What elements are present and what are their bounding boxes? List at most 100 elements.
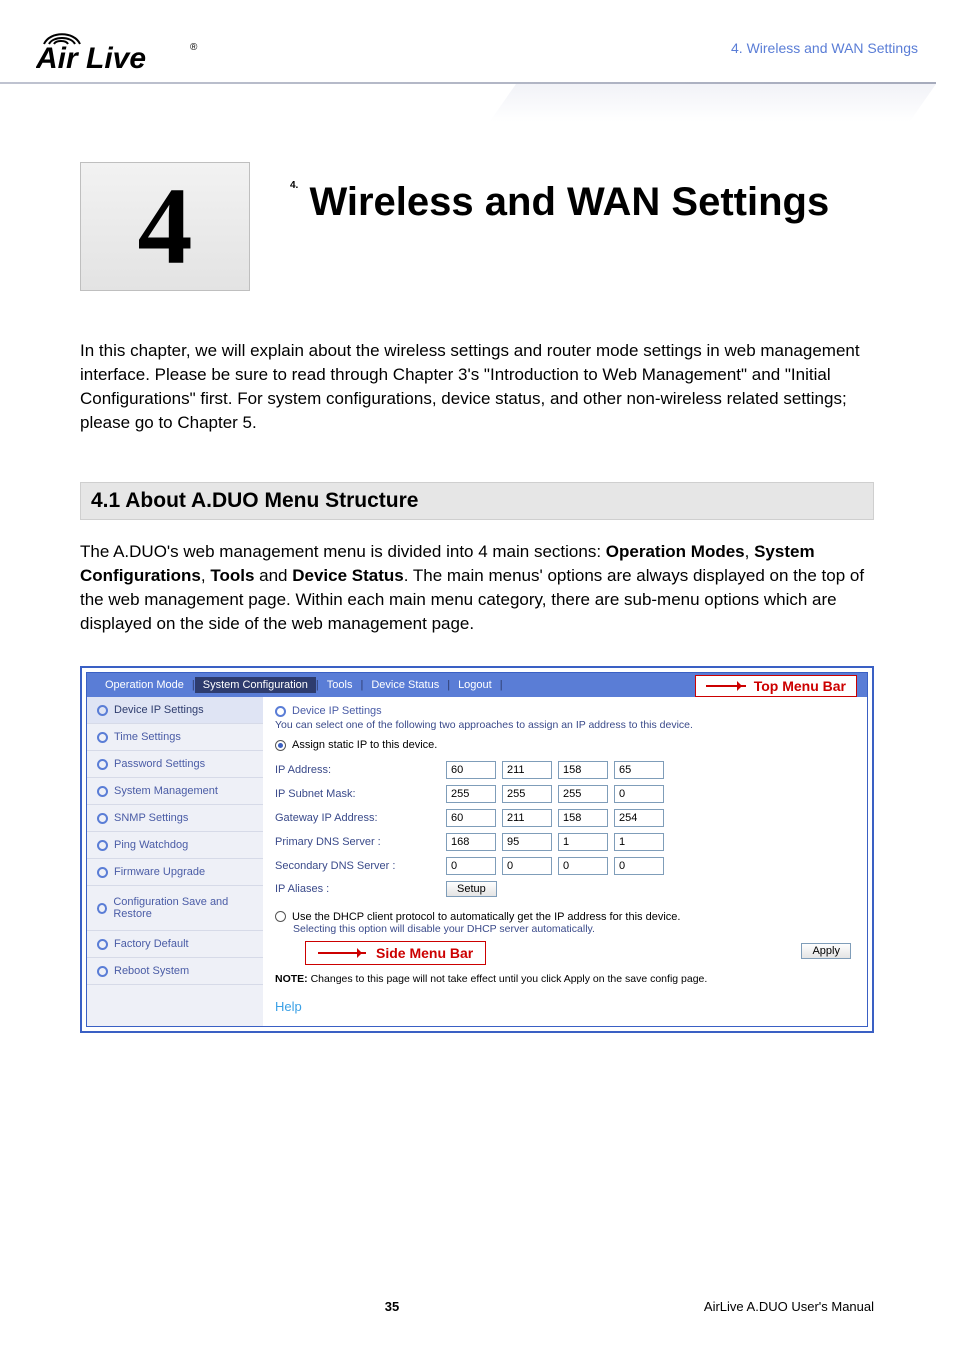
header-separator: [0, 82, 954, 122]
radio-icon[interactable]: [275, 911, 286, 922]
top-menu-bar: Operation Mode| System Configuration| To…: [87, 673, 867, 697]
ip-address-oct4[interactable]: [614, 761, 664, 779]
sidebar-item-label: Configuration Save and Restore: [113, 896, 255, 920]
sidebar-item-password-settings[interactable]: Password Settings: [87, 751, 263, 778]
ip-address-oct3[interactable]: [558, 761, 608, 779]
bullet-icon: [97, 903, 107, 914]
gateway-oct4[interactable]: [614, 809, 664, 827]
sidebar-item-ping-watchdog[interactable]: Ping Watchdog: [87, 832, 263, 859]
section-text-3: ,: [201, 566, 210, 585]
bullet-icon: [97, 759, 108, 770]
page-number: 35: [385, 1299, 399, 1314]
arrow-icon: [706, 685, 746, 687]
dns1-oct2[interactable]: [502, 833, 552, 851]
dns1-oct1[interactable]: [446, 833, 496, 851]
sidebar-item-snmp-settings[interactable]: SNMP Settings: [87, 805, 263, 832]
dns1-oct4[interactable]: [614, 833, 664, 851]
top-menu-tools[interactable]: Tools: [319, 677, 361, 693]
manual-title: AirLive A.DUO User's Manual: [704, 1299, 874, 1314]
side-menu-badge-label: Side Menu Bar: [376, 945, 473, 961]
subnet-oct3[interactable]: [558, 785, 608, 803]
arrow-icon: [318, 952, 366, 954]
dns1-label: Primary DNS Server :: [275, 836, 440, 848]
ip-address-oct2[interactable]: [502, 761, 552, 779]
bullet-icon: [97, 867, 108, 878]
page-footer: 35 AirLive A.DUO User's Manual: [0, 1299, 954, 1314]
sidebar-item-device-ip-settings[interactable]: Device IP Settings: [87, 697, 263, 724]
top-menu-system-configuration[interactable]: System Configuration: [195, 677, 316, 693]
airlive-logo: Air Live ®: [36, 22, 206, 74]
ip-address-oct1[interactable]: [446, 761, 496, 779]
help-link[interactable]: Help: [275, 999, 302, 1014]
chapter-title-text: Wireless and WAN Settings: [309, 180, 829, 224]
top-menu-device-status[interactable]: Device Status: [363, 677, 447, 693]
dns2-oct3[interactable]: [558, 857, 608, 875]
top-menu-badge-label: Top Menu Bar: [754, 678, 846, 694]
screenshot-container: Operation Mode| System Configuration| To…: [80, 666, 874, 1033]
bullet-icon: [97, 786, 108, 797]
dns2-oct4[interactable]: [614, 857, 664, 875]
sidebar-item-system-management[interactable]: System Management: [87, 778, 263, 805]
sidebar-item-label: Firmware Upgrade: [114, 866, 205, 878]
ip-form: IP Address: IP Subnet Mask: Gateway IP A…: [275, 761, 855, 897]
panel-title-row: Device IP Settings: [275, 705, 855, 717]
bullet-icon: [275, 706, 286, 717]
section-paragraph: The A.DUO's web management menu is divid…: [80, 540, 874, 637]
subnet-oct2[interactable]: [502, 785, 552, 803]
dns2-oct1[interactable]: [446, 857, 496, 875]
setup-button[interactable]: Setup: [446, 881, 497, 897]
sidebar-item-label: Reboot System: [114, 965, 189, 977]
dns1-oct3[interactable]: [558, 833, 608, 851]
subnet-oct1[interactable]: [446, 785, 496, 803]
panel-title: Device IP Settings: [292, 705, 382, 717]
section-bold-1: Operation Modes: [606, 542, 745, 561]
radio-static-row[interactable]: Assign static IP to this device.: [275, 739, 855, 751]
gateway-oct1[interactable]: [446, 809, 496, 827]
radio-static-label: Assign static IP to this device.: [292, 739, 437, 751]
panel-subtitle: You can select one of the following two …: [275, 719, 855, 731]
subnet-label: IP Subnet Mask:: [275, 788, 440, 800]
bullet-icon: [97, 705, 108, 716]
chapter-number-box: 4: [80, 162, 250, 291]
bullet-icon: [97, 939, 108, 950]
ip-aliases-label: IP Aliases :: [275, 883, 440, 895]
bullet-icon: [97, 732, 108, 743]
svg-text:®: ®: [190, 42, 198, 53]
sidebar-item-reboot-system[interactable]: Reboot System: [87, 958, 263, 985]
top-menu-operation-mode[interactable]: Operation Mode: [97, 677, 192, 693]
radio-dhcp-row[interactable]: Use the DHCP client protocol to automati…: [275, 911, 855, 923]
section-text-4: and: [254, 566, 292, 585]
sidebar-item-factory-default[interactable]: Factory Default: [87, 931, 263, 958]
sidebar-item-label: Device IP Settings: [114, 704, 204, 716]
svg-text:Air Live: Air Live: [36, 42, 146, 74]
subnet-oct4[interactable]: [614, 785, 664, 803]
side-menu-badge: Side Menu Bar: [305, 941, 486, 965]
top-menu-logout[interactable]: Logout: [450, 677, 500, 693]
sidebar-item-configuration-save-restore[interactable]: Configuration Save and Restore: [87, 886, 263, 931]
sidebar-item-label: System Management: [114, 785, 218, 797]
section-bold-4: Device Status: [292, 566, 404, 585]
sidebar-item-firmware-upgrade[interactable]: Firmware Upgrade: [87, 859, 263, 886]
sidebar-item-label: Password Settings: [114, 758, 205, 770]
chapter-title: 4. Wireless and WAN Settings: [250, 162, 874, 291]
header-breadcrumb: 4. Wireless and WAN Settings: [731, 40, 918, 56]
ip-address-label: IP Address:: [275, 764, 440, 776]
section-text-1: The A.DUO's web management menu is divid…: [80, 542, 606, 561]
side-menu-bar: Device IP Settings Time Settings Passwor…: [87, 697, 263, 1026]
sidebar-item-label: Factory Default: [114, 938, 189, 950]
dns2-oct2[interactable]: [502, 857, 552, 875]
sidebar-item-label: SNMP Settings: [114, 812, 188, 824]
section-text-2: ,: [745, 542, 754, 561]
dns2-label: Secondary DNS Server :: [275, 860, 440, 872]
bullet-icon: [97, 813, 108, 824]
gateway-oct2[interactable]: [502, 809, 552, 827]
radio-icon[interactable]: [275, 740, 286, 751]
page-note: NOTE: Changes to this page will not take…: [275, 973, 855, 985]
section-heading: 4.1 About A.DUO Menu Structure: [80, 482, 874, 520]
gateway-label: Gateway IP Address:: [275, 812, 440, 824]
sidebar-item-time-settings[interactable]: Time Settings: [87, 724, 263, 751]
sidebar-item-label: Time Settings: [114, 731, 181, 743]
apply-button[interactable]: Apply: [801, 943, 851, 959]
main-panel: Device IP Settings You can select one of…: [263, 697, 867, 1026]
gateway-oct3[interactable]: [558, 809, 608, 827]
